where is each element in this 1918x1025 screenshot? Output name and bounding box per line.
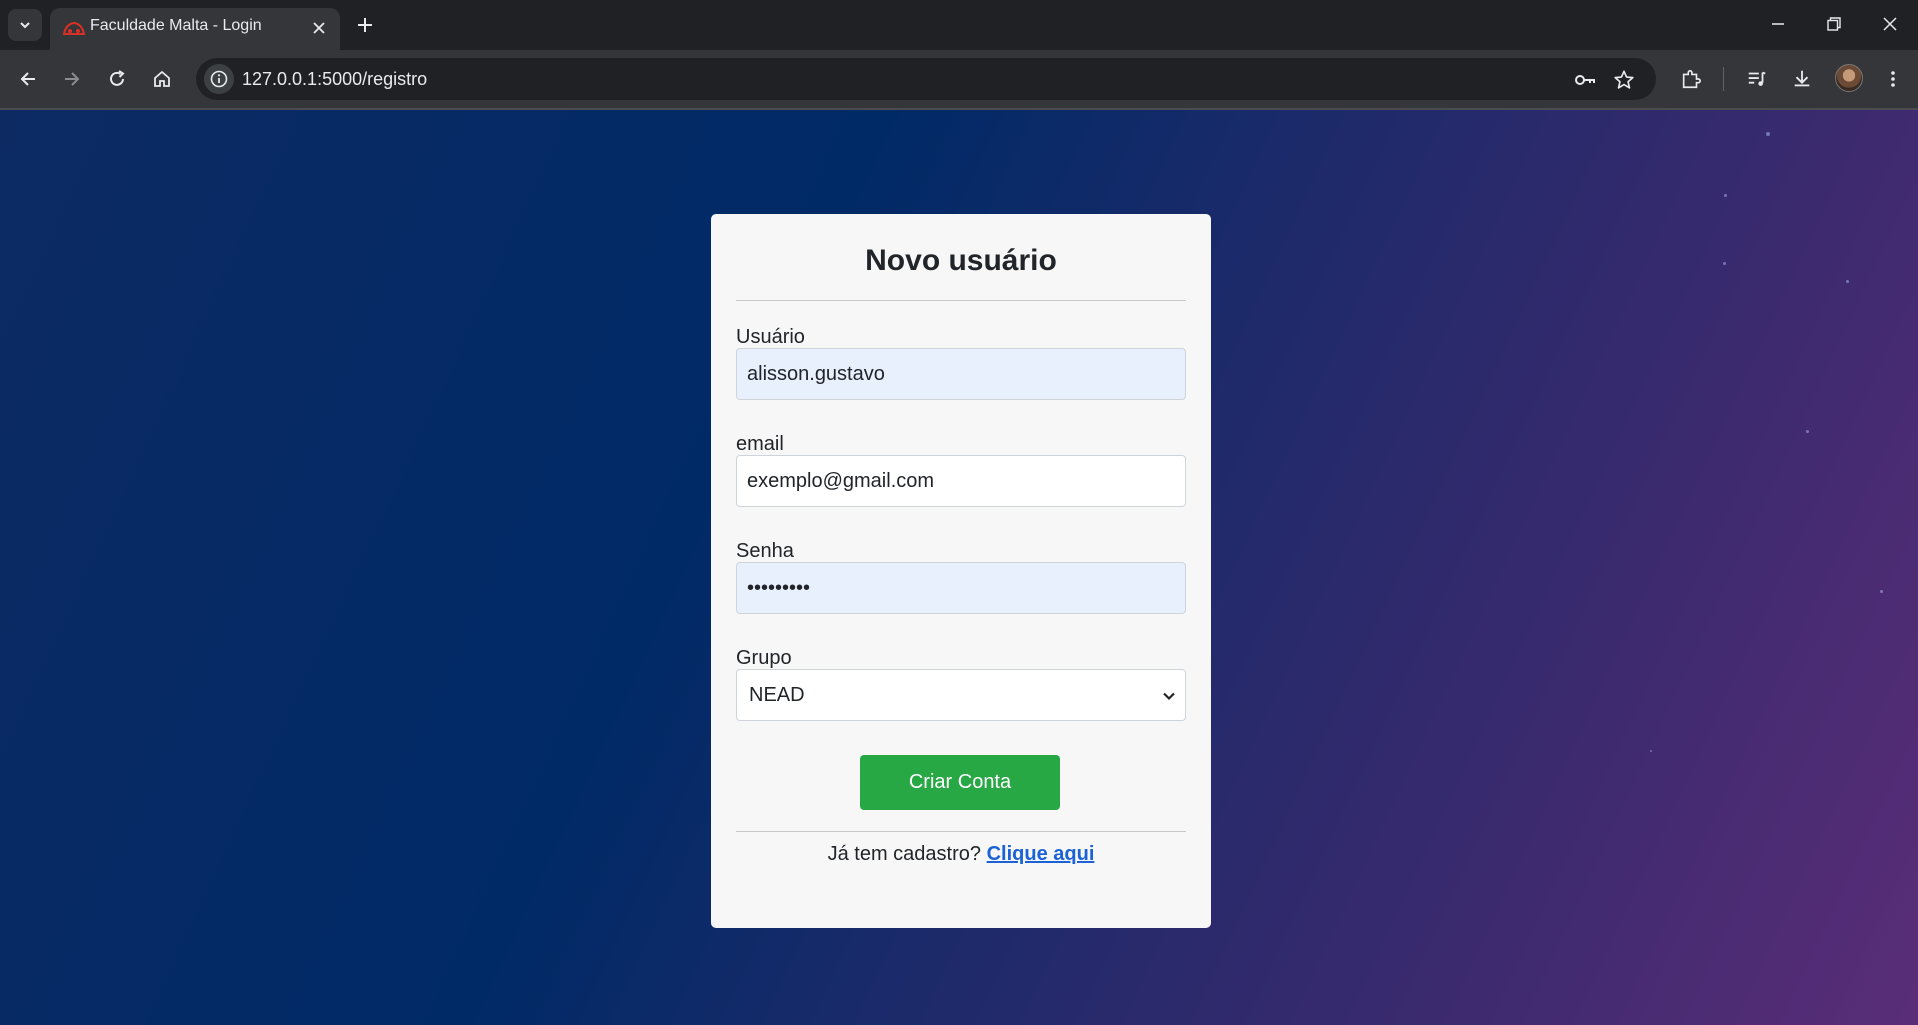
group-select[interactable]: NEAD <box>736 669 1186 721</box>
url-text: 127.0.0.1:5000/registro <box>242 69 428 89</box>
minimize-icon <box>1772 23 1784 25</box>
tab-strip: Faculdade Malta - Login <box>0 0 1918 50</box>
close-icon <box>313 22 325 34</box>
restore-button[interactable] <box>1806 0 1862 48</box>
close-window-button[interactable] <box>1862 0 1918 48</box>
browser-toolbar: 127.0.0.1:5000/registro <box>0 50 1918 108</box>
browser-tab[interactable]: Faculdade Malta - Login <box>50 8 340 50</box>
puzzle-icon <box>1682 69 1701 89</box>
password-manager-button[interactable] <box>1572 67 1598 93</box>
minimize-button[interactable] <box>1750 0 1806 48</box>
bookmark-button[interactable] <box>1611 67 1637 93</box>
home-button[interactable] <box>146 63 178 95</box>
arrow-right-icon <box>65 72 80 86</box>
site-favicon-icon <box>62 21 86 35</box>
download-icon <box>1794 70 1810 87</box>
group-label: Grupo <box>736 647 792 669</box>
chevron-down-icon <box>1163 692 1175 701</box>
home-icon <box>154 70 170 87</box>
background-star <box>1723 262 1726 265</box>
background-star <box>1724 194 1727 197</box>
chevron-down-icon <box>20 22 30 29</box>
site-info-button[interactable] <box>204 64 234 94</box>
background-star <box>1766 132 1770 136</box>
login-prompt-text: Já tem cadastro? <box>827 843 982 865</box>
back-button[interactable] <box>12 63 44 95</box>
extensions-button[interactable] <box>1675 63 1707 95</box>
footer-divider <box>736 831 1186 832</box>
new-tab-button[interactable] <box>351 11 379 39</box>
group-select-value: NEAD <box>749 684 805 706</box>
create-account-button[interactable]: Criar Conta <box>860 755 1060 810</box>
registration-card: Novo usuário Usuário email Senha Grupo N… <box>711 214 1211 928</box>
toolbar-divider <box>1723 67 1724 91</box>
tab-close-button[interactable] <box>308 17 330 39</box>
restore-icon <box>1827 17 1841 31</box>
username-input[interactable] <box>736 348 1186 400</box>
more-vertical-icon <box>1891 71 1895 87</box>
media-controls-button[interactable] <box>1741 63 1773 95</box>
forward-button[interactable] <box>56 63 88 95</box>
title-divider <box>736 300 1186 301</box>
tab-search-button[interactable] <box>8 9 42 41</box>
media-queue-icon <box>1748 71 1766 86</box>
key-icon <box>1575 75 1595 85</box>
background-star <box>1650 750 1652 752</box>
email-label: email <box>736 433 784 455</box>
info-icon <box>210 70 228 88</box>
page-background: Novo usuário Usuário email Senha Grupo N… <box>0 110 1918 1025</box>
browser-menu-button[interactable] <box>1877 63 1909 95</box>
password-input[interactable] <box>736 562 1186 614</box>
address-bar[interactable]: 127.0.0.1:5000/registro <box>196 58 1656 100</box>
background-star <box>1846 280 1849 283</box>
page-title: Novo usuário <box>865 244 1057 277</box>
login-link[interactable]: Clique aqui <box>987 843 1095 865</box>
email-input[interactable] <box>736 455 1186 507</box>
username-label: Usuário <box>736 326 805 348</box>
login-prompt: Já tem cadastro? Clique aqui <box>711 843 1211 866</box>
background-star <box>1806 430 1809 433</box>
reload-button[interactable] <box>101 63 133 95</box>
downloads-button[interactable] <box>1786 63 1818 95</box>
background-star <box>1880 590 1883 593</box>
profile-avatar[interactable] <box>1835 64 1863 92</box>
password-label: Senha <box>736 540 794 562</box>
tab-title: Faculdade Malta - Login <box>90 17 262 34</box>
plus-icon <box>358 18 372 32</box>
arrow-left-icon <box>20 72 35 86</box>
star-icon <box>1614 70 1634 89</box>
reload-icon <box>110 70 125 86</box>
close-icon <box>1883 17 1897 31</box>
